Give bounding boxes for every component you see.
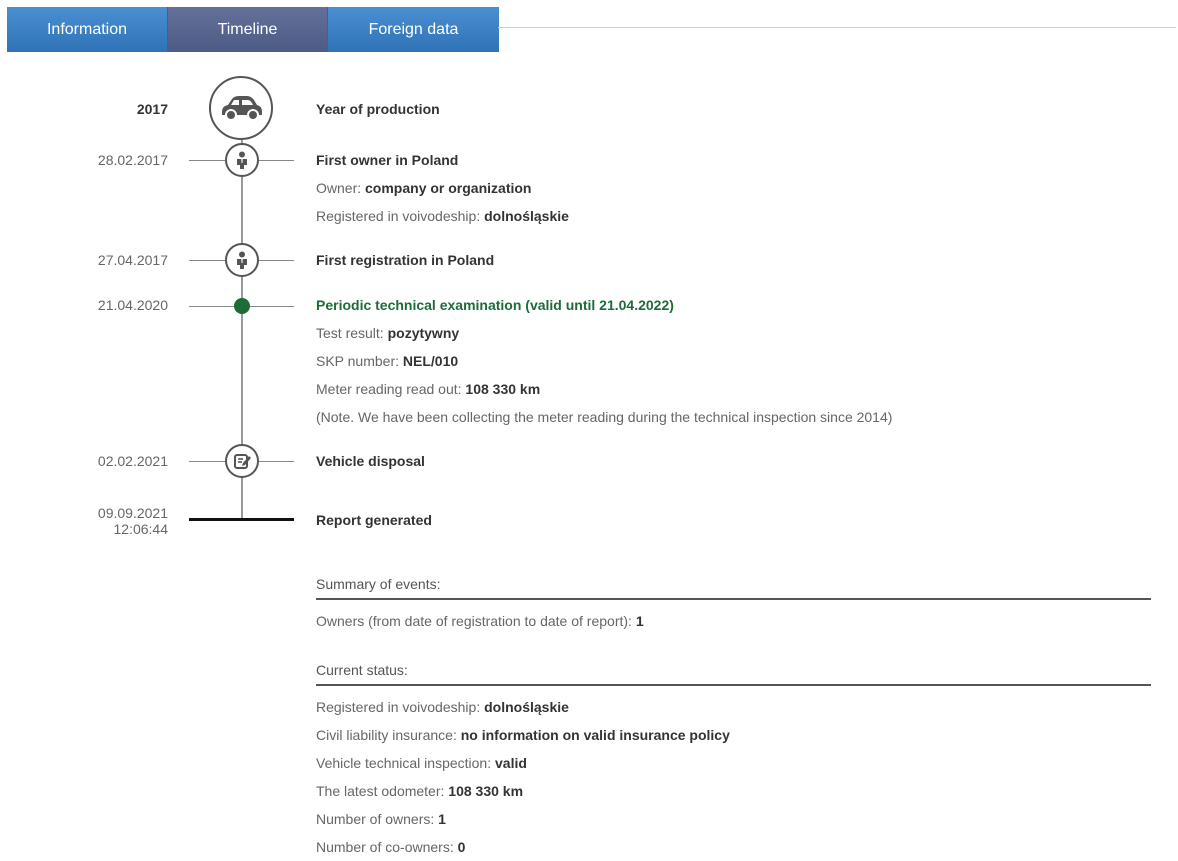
status-value: dolnośląskie	[484, 699, 569, 715]
event-technical-examination: Periodic technical examination (valid un…	[316, 297, 892, 431]
summary-label: Owners (from date of registration to dat…	[316, 613, 636, 629]
status-row: Civil liability insurance: no informatio…	[316, 721, 1151, 749]
timeline-connector	[259, 260, 294, 261]
tab-foreign-data[interactable]: Foreign data	[328, 7, 499, 52]
summary-section: Summary of events: Owners (from date of …	[316, 575, 1151, 635]
event-date: 27.04.2017	[97, 252, 168, 268]
status-value: 1	[438, 811, 446, 827]
event-title: Periodic technical examination (valid un…	[316, 297, 674, 313]
event-title: First registration in Poland	[316, 252, 495, 268]
detail-value: 108 330 km	[465, 381, 541, 397]
detail-value: company or organization	[365, 180, 532, 196]
status-row: Registered in voivodeship: dolnośląskie	[316, 693, 1151, 721]
status-label: Number of co-owners:	[316, 839, 458, 855]
status-value: 108 330 km	[448, 783, 524, 799]
event-date: 28.02.2017	[97, 152, 168, 168]
report-date: 09.09.2021	[97, 505, 168, 521]
event-detail-region: Registered in voivodeship: dolnośląskie	[316, 202, 569, 230]
status-row: Number of co-owners: 0	[316, 833, 1151, 861]
event-note: (Note. We have been collecting the meter…	[316, 409, 893, 425]
person-icon	[225, 243, 259, 277]
status-value: valid	[495, 755, 527, 771]
event-title: First owner in Poland	[316, 152, 459, 168]
event-title: Vehicle disposal	[316, 453, 425, 469]
event-first-registration: First registration in Poland	[316, 252, 494, 268]
current-status-section: Current status: Registered in voivodeshi…	[316, 661, 1151, 861]
report-timestamp: 09.09.2021 12:06:44	[98, 505, 168, 537]
detail-label: Registered in voivodeship:	[316, 208, 485, 224]
status-label: Registered in voivodeship:	[316, 699, 485, 715]
event-title: Year of production	[316, 101, 440, 117]
tab-timeline[interactable]: Timeline	[168, 7, 328, 52]
timeline-connector	[189, 461, 225, 462]
summary-value: 1	[635, 613, 644, 629]
tab-bar: Information Timeline Foreign data	[7, 7, 499, 52]
detail-label: Owner:	[316, 180, 366, 196]
tab-information[interactable]: Information	[7, 7, 168, 52]
detail-value: pozytywny	[387, 325, 460, 341]
detail-value: dolnośląskie	[484, 208, 569, 224]
status-row: Vehicle technical inspection: valid	[316, 749, 1151, 777]
report-time: 12:06:44	[113, 521, 169, 537]
status-value: no information on valid insurance policy	[460, 727, 730, 743]
tab-divider-line	[498, 27, 1176, 28]
status-label: The latest odometer:	[316, 783, 449, 799]
event-detail-meter: Meter reading read out: 108 330 km	[316, 375, 892, 403]
car-icon	[209, 76, 273, 140]
event-detail-owner: Owner: company or organization	[316, 174, 569, 202]
current-status-heading: Current status:	[316, 661, 1151, 686]
event-title: Report generated	[316, 512, 432, 528]
event-date: 02.02.2021	[97, 453, 168, 469]
detail-label: SKP number:	[316, 353, 403, 369]
event-report-generated: Report generated	[316, 512, 432, 528]
status-label: Number of owners:	[316, 811, 439, 827]
event-date: 2017	[136, 101, 168, 117]
timeline-connector	[259, 160, 294, 161]
event-first-owner: First owner in Poland Owner: company or …	[316, 152, 569, 230]
report-end-marker	[189, 518, 294, 521]
timeline-connector	[189, 160, 225, 161]
status-value: 0	[457, 839, 466, 855]
event-date: 21.04.2020	[97, 297, 168, 313]
inspection-dot-icon	[234, 298, 250, 314]
status-row: The latest odometer: 108 330 km	[316, 777, 1151, 805]
status-label: Civil liability insurance:	[316, 727, 461, 743]
event-vehicle-disposal: Vehicle disposal	[316, 453, 425, 469]
detail-label: Test result:	[316, 325, 388, 341]
event-detail-result: Test result: pozytywny	[316, 319, 892, 347]
event-year-of-production: Year of production	[316, 101, 440, 117]
timeline-connector	[189, 260, 225, 261]
summary-heading: Summary of events:	[316, 575, 1151, 600]
document-edit-icon	[225, 444, 259, 478]
status-label: Vehicle technical inspection:	[316, 755, 495, 771]
detail-label: Meter reading read out:	[316, 381, 466, 397]
event-detail-skp: SKP number: NEL/010	[316, 347, 892, 375]
detail-value: NEL/010	[402, 353, 459, 369]
person-icon	[225, 143, 259, 177]
summary-owners-row: Owners (from date of registration to dat…	[316, 607, 1151, 635]
timeline-connector	[259, 461, 294, 462]
status-row: Number of owners: 1	[316, 805, 1151, 833]
